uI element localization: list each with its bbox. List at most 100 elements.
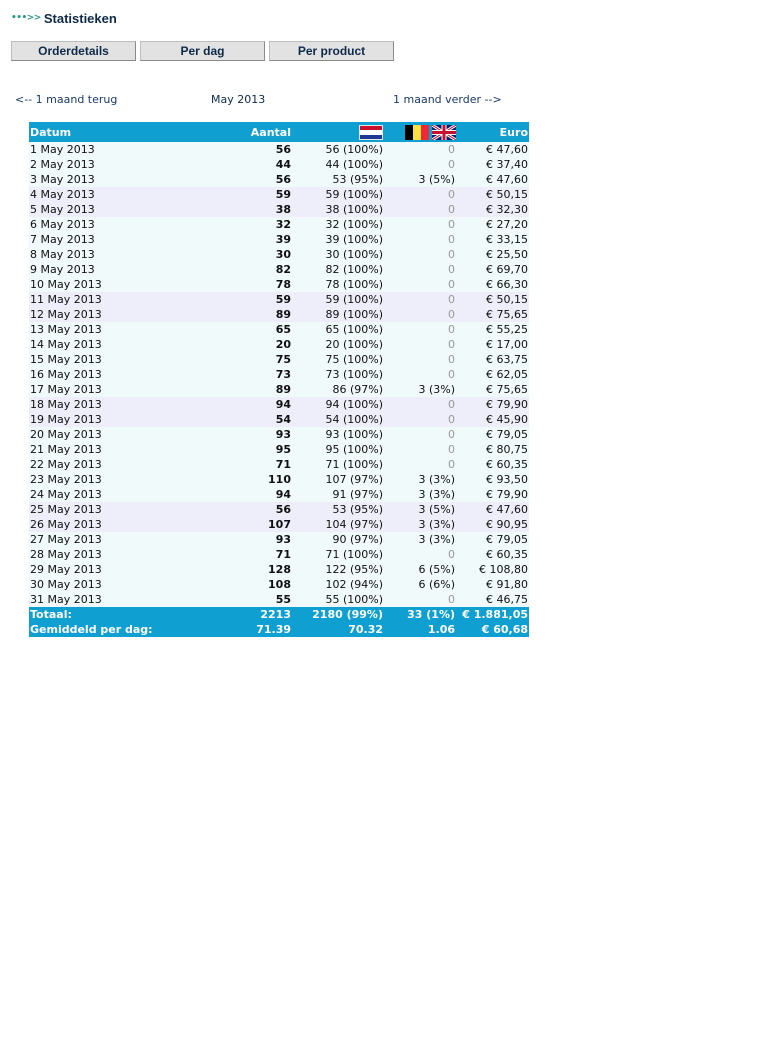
row-date: 15 May 2013: [30, 353, 102, 366]
row-other: 0: [448, 143, 455, 156]
row-count: 30: [275, 248, 291, 261]
row-date: 19 May 2013: [30, 413, 102, 426]
table-row: 8 May 2013 30 30 (100%) 0 € 25,50: [29, 247, 529, 262]
row-euro: € 79,90: [486, 488, 528, 501]
table-row: 3 May 2013 56 53 (95%) 3 (5%) € 47,60: [29, 172, 529, 187]
row-count: 56: [275, 173, 291, 186]
page-title: Statistieken: [43, 10, 117, 26]
table-row: 13 May 2013 65 65 (100%) 0 € 55,25: [29, 322, 529, 337]
row-nl: 82 (100%): [325, 263, 383, 276]
row-date: 27 May 2013: [30, 533, 102, 546]
row-euro: € 37,40: [486, 158, 528, 171]
row-nl: 89 (100%): [325, 308, 383, 321]
average-row: Gemiddeld per dag: 71.39 70.32 1.06 € 60…: [29, 622, 529, 637]
row-other: 0: [448, 593, 455, 606]
totals-euro: € 1.881,05: [462, 608, 528, 621]
row-nl: 73 (100%): [325, 368, 383, 381]
row-nl: 55 (100%): [325, 593, 383, 606]
row-nl: 59 (100%): [325, 188, 383, 201]
row-other: 6 (5%): [418, 563, 455, 576]
row-nl: 91 (97%): [332, 488, 383, 501]
daily-stats-table: Datum Aantal Euro 1 May 2013 56 56 (100%…: [29, 122, 529, 637]
row-other: 0: [448, 428, 455, 441]
row-other: 0: [448, 443, 455, 456]
table-row: 21 May 2013 95 95 (100%) 0 € 80,75: [29, 442, 529, 457]
row-other: 0: [448, 218, 455, 231]
row-date: 16 May 2013: [30, 368, 102, 381]
totals-label: Totaal:: [30, 608, 72, 621]
row-other: 3 (5%): [418, 173, 455, 186]
row-euro: € 33,15: [486, 233, 528, 246]
row-count: 110: [268, 473, 291, 486]
average-other: 1.06: [427, 623, 455, 636]
row-other: 0: [448, 158, 455, 171]
table-row: 17 May 2013 89 86 (97%) 3 (3%) € 75,65: [29, 382, 529, 397]
row-count: 20: [275, 338, 291, 351]
row-nl: 53 (95%): [332, 503, 383, 516]
row-euro: € 79,05: [486, 428, 528, 441]
row-date: 28 May 2013: [30, 548, 102, 561]
row-euro: € 47,60: [486, 143, 528, 156]
row-euro: € 25,50: [486, 248, 528, 261]
table-row: 30 May 2013 108 102 (94%) 6 (6%) € 91,80: [29, 577, 529, 592]
row-other: 0: [448, 548, 455, 561]
row-other: 0: [448, 458, 455, 471]
row-count: 95: [275, 443, 291, 456]
row-euro: € 46,75: [486, 593, 528, 606]
table-row: 22 May 2013 71 71 (100%) 0 € 60,35: [29, 457, 529, 472]
next-month-link[interactable]: 1 maand verder -->: [393, 93, 502, 106]
tab-per-product-button[interactable]: Per product: [269, 41, 394, 61]
table-row: 6 May 2013 32 32 (100%) 0 € 27,20: [29, 217, 529, 232]
row-other: 0: [448, 203, 455, 216]
row-nl: 20 (100%): [325, 338, 383, 351]
row-euro: € 66,30: [486, 278, 528, 291]
row-euro: € 75,65: [486, 308, 528, 321]
header-be-uk: [384, 122, 456, 142]
row-euro: € 60,35: [486, 458, 528, 471]
tab-orderdetails-button[interactable]: Orderdetails: [11, 41, 136, 61]
prev-month-link[interactable]: <-- 1 maand terug: [15, 93, 117, 106]
row-nl: 95 (100%): [325, 443, 383, 456]
table-row: 25 May 2013 56 53 (95%) 3 (5%) € 47,60: [29, 502, 529, 517]
row-euro: € 17,00: [486, 338, 528, 351]
row-date: 23 May 2013: [30, 473, 102, 486]
row-nl: 78 (100%): [325, 278, 383, 291]
row-count: 54: [275, 413, 291, 426]
row-euro: € 32,30: [486, 203, 528, 216]
row-count: 108: [268, 578, 291, 591]
average-nl: 70.32: [348, 623, 383, 636]
row-euro: € 80,75: [486, 443, 528, 456]
header-euro: Euro: [499, 125, 528, 139]
row-count: 82: [275, 263, 291, 276]
row-other: 6 (6%): [418, 578, 455, 591]
row-euro: € 50,15: [486, 188, 528, 201]
table-row: 14 May 2013 20 20 (100%) 0 € 17,00: [29, 337, 529, 352]
row-nl: 104 (97%): [325, 518, 383, 531]
row-euro: € 91,80: [486, 578, 528, 591]
row-count: 71: [275, 458, 291, 471]
row-nl: 65 (100%): [325, 323, 383, 336]
tab-per-dag-button[interactable]: Per dag: [140, 41, 265, 61]
table-row: 5 May 2013 38 38 (100%) 0 € 32,30: [29, 202, 529, 217]
row-count: 94: [275, 398, 291, 411]
row-date: 14 May 2013: [30, 338, 102, 351]
row-count: 93: [275, 533, 291, 546]
row-other: 3 (3%): [418, 473, 455, 486]
row-euro: € 50,15: [486, 293, 528, 306]
row-other: 3 (3%): [418, 533, 455, 546]
row-euro: € 55,25: [486, 323, 528, 336]
row-other: 0: [448, 248, 455, 261]
row-other: 3 (3%): [418, 518, 455, 531]
totals-row: Totaal: 2213 2180 (99%) 33 (1%) € 1.881,…: [29, 607, 529, 622]
row-count: 65: [275, 323, 291, 336]
row-nl: 71 (100%): [325, 548, 383, 561]
row-count: 128: [268, 563, 291, 576]
row-euro: € 47,60: [486, 503, 528, 516]
row-nl: 93 (100%): [325, 428, 383, 441]
row-date: 3 May 2013: [30, 173, 95, 186]
row-date: 8 May 2013: [30, 248, 95, 261]
row-date: 6 May 2013: [30, 218, 95, 231]
totals-nl: 2180 (99%): [312, 608, 383, 621]
table-row: 11 May 2013 59 59 (100%) 0 € 50,15: [29, 292, 529, 307]
row-count: 89: [275, 383, 291, 396]
